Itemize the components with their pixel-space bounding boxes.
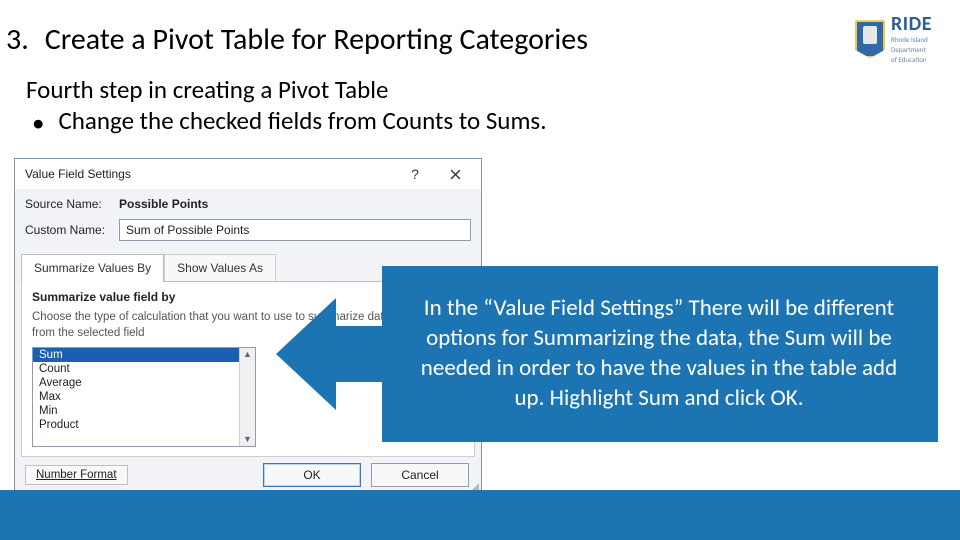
list-item[interactable]: Sum — [33, 348, 255, 362]
list-item[interactable]: Max — [33, 390, 255, 404]
list-item[interactable]: Average — [33, 376, 255, 390]
bullet-dot-icon: • — [32, 105, 44, 138]
scroll-up-icon[interactable]: ▲ — [243, 350, 252, 359]
logo-sub-2: Department — [891, 46, 932, 54]
callout-box: In the “Value Field Settings” There will… — [382, 266, 938, 442]
page-title: Create a Pivot Table for Reporting Categ… — [45, 21, 845, 58]
close-button[interactable] — [435, 160, 475, 188]
number-format-button[interactable]: Number Format — [25, 465, 128, 485]
source-name-label: Source Name: — [25, 197, 111, 211]
dialog-titlebar[interactable]: Value Field Settings ? — [15, 159, 481, 189]
custom-name-row: Custom Name: Sum of Possible Points — [25, 219, 471, 241]
logo-sub-1: Rhode Island — [891, 36, 932, 44]
callout-text: In the “Value Field Settings” There will… — [404, 294, 914, 414]
custom-name-label: Custom Name: — [25, 223, 111, 237]
title-number: 3. — [4, 21, 35, 58]
list-item[interactable]: Min — [33, 404, 255, 418]
ride-shield-icon — [855, 20, 885, 58]
close-icon — [450, 169, 461, 180]
bullet-row: • Change the checked fields from Counts … — [26, 105, 960, 138]
logo-text: RIDE Rhode Island Department of Educatio… — [891, 14, 932, 64]
body-text: Fourth step in creating a Pivot Table • … — [0, 74, 960, 139]
help-button[interactable]: ? — [395, 160, 435, 188]
dialog-title: Value Field Settings — [25, 167, 395, 181]
summarize-function-listbox[interactable]: Sum Count Average Max Min Product ▲ ▼ — [32, 347, 256, 447]
logo-sub-3: of Education — [891, 56, 932, 64]
bullet-text: Change the checked fields from Counts to… — [58, 105, 546, 138]
scroll-down-icon[interactable]: ▼ — [243, 435, 252, 444]
logo-name: RIDE — [891, 14, 932, 34]
slide: 3. Create a Pivot Table for Reporting Ca… — [0, 0, 960, 540]
list-item[interactable]: Count — [33, 362, 255, 376]
ride-logo: RIDE Rhode Island Department of Educatio… — [855, 14, 932, 64]
dialog-header-section: Source Name: Possible Points Custom Name… — [15, 189, 481, 253]
source-name-row: Source Name: Possible Points — [25, 197, 471, 211]
listbox-scrollbar[interactable]: ▲ ▼ — [239, 348, 255, 446]
dialog-buttons: OK Cancel — [263, 463, 469, 487]
tab-summarize-values-by[interactable]: Summarize Values By — [21, 254, 164, 282]
footer-bar — [0, 490, 960, 540]
list-item[interactable]: Product — [33, 418, 255, 432]
source-name-value: Possible Points — [119, 197, 208, 211]
custom-name-input[interactable]: Sum of Possible Points — [119, 219, 471, 241]
step-line: Fourth step in creating a Pivot Table — [26, 74, 960, 105]
tab-show-values-as[interactable]: Show Values As — [164, 254, 276, 282]
ok-button[interactable]: OK — [263, 463, 361, 487]
cancel-button[interactable]: Cancel — [371, 463, 469, 487]
title-row: 3. Create a Pivot Table for Reporting Ca… — [0, 0, 960, 74]
